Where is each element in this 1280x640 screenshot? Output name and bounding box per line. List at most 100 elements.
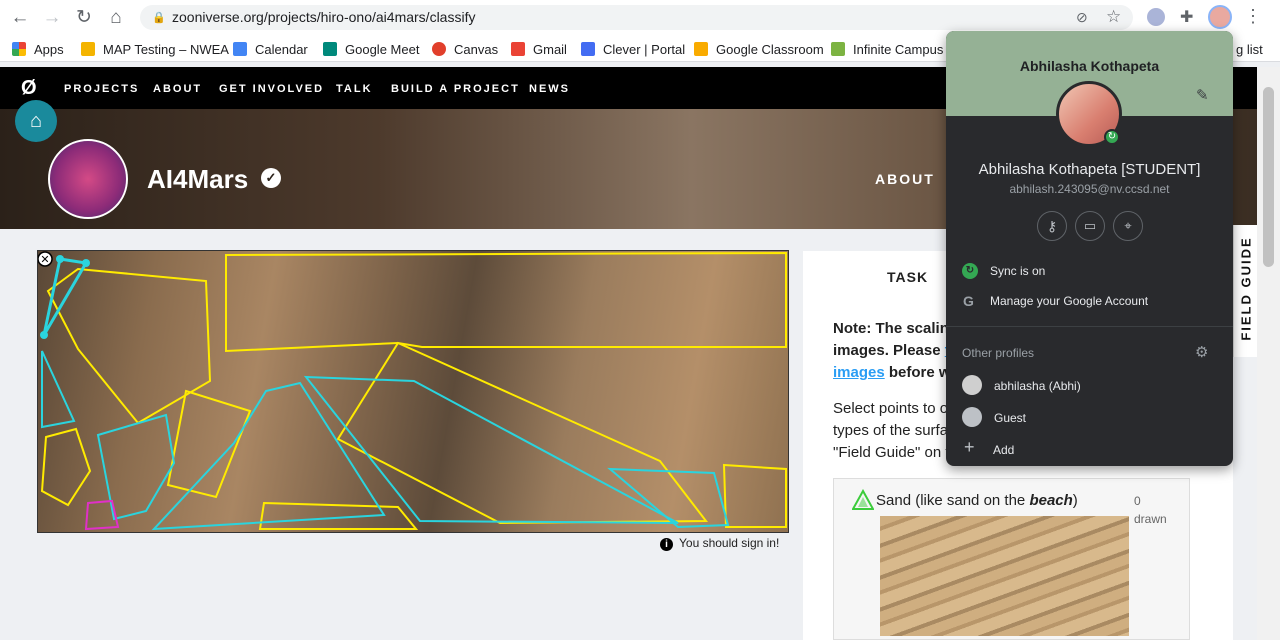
project-title[interactable]: AI4Mars	[147, 164, 248, 195]
profile-item-abhi[interactable]: abhilasha (Abhi)	[994, 379, 1081, 393]
settings-gear-icon[interactable]: ⚙	[1195, 343, 1208, 361]
bookmark-classroom[interactable]: Google Classroom	[694, 40, 824, 58]
vertex-handle[interactable]	[56, 255, 64, 263]
bookmark-apps[interactable]: Apps	[12, 40, 64, 58]
bookmark-label: g list	[1236, 41, 1263, 57]
vertex-handle[interactable]	[82, 259, 90, 267]
nav-talk[interactable]: TALK	[336, 83, 373, 95]
cyan-polygon[interactable]	[607, 467, 730, 529]
apps-grid-icon	[12, 42, 26, 56]
manage-account-link[interactable]: Manage your Google Account	[990, 294, 1148, 308]
lock-icon: 🔒	[152, 12, 166, 24]
add-plus-icon: +	[964, 437, 975, 457]
note-line-3: images before w	[833, 364, 951, 381]
yellow-polygon[interactable]	[722, 463, 787, 528]
sand-label-emphasis: beach	[1029, 492, 1073, 509]
subject-image[interactable]: ✕	[37, 250, 789, 533]
nav-get-involved[interactable]: GET INVOLVED	[219, 83, 324, 95]
sync-badge-icon: ↻	[1104, 129, 1120, 145]
bookmark-meet[interactable]: Google Meet	[323, 40, 419, 58]
home-icon[interactable]: ⌂	[104, 6, 128, 30]
extensions-icon[interactable]: ✚	[1180, 7, 1193, 27]
images-link[interactable]: images	[833, 364, 885, 381]
bookmark-label: Gmail	[533, 41, 567, 57]
bookmark-infinite-campus[interactable]: Infinite Campus	[831, 40, 943, 58]
project-avatar[interactable]	[48, 139, 128, 219]
sync-icon: ↻	[962, 263, 978, 279]
yellow-polygon[interactable]	[336, 341, 709, 525]
bookmark-clever[interactable]: Clever | Portal	[581, 40, 685, 58]
passwords-key-icon[interactable]: ⚷	[1037, 211, 1067, 241]
bookmark-label: Google Meet	[345, 41, 420, 57]
sand-drawn-label: drawn	[1134, 512, 1167, 526]
profile-name: Abhilasha Kothapeta	[1019, 58, 1160, 74]
profile-email: abhilash.243095@nv.ccsd.net	[1009, 182, 1170, 196]
yellow-polygon[interactable]	[40, 427, 92, 507]
nav-news[interactable]: NEWS	[529, 83, 570, 95]
edit-pencil-icon[interactable]: ✎	[1196, 86, 1209, 104]
sand-triangle-icon	[852, 489, 874, 510]
field-guide-tab[interactable]: FIELD GUIDE	[1233, 225, 1257, 357]
bookmark-canvas[interactable]: Canvas	[432, 40, 498, 58]
guest-icon	[962, 407, 982, 427]
instruction-line-1: Select points to o	[833, 400, 949, 417]
bookmark-label: Google Classroom	[716, 41, 824, 57]
nav-build-project[interactable]: BUILD A PROJECT	[391, 83, 520, 95]
yellow-polygon[interactable]	[258, 501, 419, 530]
sand-label[interactable]: Sand (like sand on the beach)	[876, 492, 1078, 509]
nav-about[interactable]: ABOUT	[153, 83, 202, 95]
nav-projects[interactable]: PROJECTS	[64, 83, 139, 95]
cyan-polygon[interactable]	[41, 350, 76, 429]
bookmark-label: Clever | Portal	[603, 41, 686, 57]
forward-icon[interactable]: →	[40, 6, 64, 30]
bookmark-star-icon[interactable]: ☆	[1106, 7, 1121, 27]
scrollbar-thumb[interactable]	[1263, 87, 1274, 267]
sign-in-notice: i You should sign in!	[660, 536, 779, 551]
menu-icon[interactable]: ⋮	[1244, 6, 1262, 27]
school-icon[interactable]: ⌂	[15, 100, 57, 142]
bookmark-label: Canvas	[454, 41, 499, 57]
tab-task[interactable]: TASK	[887, 269, 928, 285]
bookmark-calendar[interactable]: Calendar	[233, 40, 308, 58]
gmail-icon	[511, 42, 525, 56]
verified-check-icon: ✓	[261, 168, 281, 188]
bookmark-reading-list[interactable]: g list	[1236, 40, 1263, 58]
cyan-polygon[interactable]	[151, 381, 386, 531]
classroom-icon	[694, 42, 708, 56]
payment-card-icon[interactable]: ▭	[1075, 211, 1105, 241]
addresses-pin-icon[interactable]: ⌖	[1113, 211, 1143, 241]
profile-item-guest[interactable]: Guest	[994, 411, 1026, 425]
project-about-link[interactable]: ABOUT	[875, 171, 935, 187]
clever-icon	[581, 42, 595, 56]
annotation-overlay[interactable]: ✕	[38, 251, 789, 533]
add-profile-button[interactable]: Add	[993, 443, 1014, 457]
bookmark-map-testing[interactable]: MAP Testing – NWEA	[81, 40, 229, 58]
campus-icon	[831, 42, 845, 56]
bookmark-gmail[interactable]: Gmail	[511, 40, 567, 58]
sand-label-text: Sand (like sand on the	[876, 492, 1030, 509]
sync-status[interactable]: Sync is on	[990, 264, 1045, 278]
reload-icon[interactable]: ↻	[72, 6, 96, 30]
cyan-polygon[interactable]	[303, 375, 679, 524]
yellow-polygon[interactable]	[166, 389, 252, 499]
sign-in-text: You should sign in!	[679, 536, 780, 550]
profile-abhi-avatar	[962, 375, 982, 395]
note-text: before w	[884, 364, 951, 381]
zooniverse-logo-icon[interactable]: Ø	[21, 77, 37, 100]
back-icon[interactable]: ←	[8, 6, 32, 30]
bookmark-label: Calendar	[255, 41, 308, 57]
sand-example-image	[880, 516, 1129, 636]
yellow-polygon[interactable]	[46, 267, 212, 425]
tracking-icon[interactable]: ⊘	[1076, 9, 1088, 26]
extension-g-icon[interactable]	[1147, 8, 1165, 26]
yellow-polygon[interactable]	[225, 251, 787, 353]
close-x-glyph: ✕	[40, 253, 49, 266]
profile-avatar-icon[interactable]	[1208, 5, 1232, 29]
bookmark-label: Apps	[34, 41, 64, 57]
vertex-handle[interactable]	[40, 331, 48, 339]
cyan-polygon[interactable]	[96, 413, 176, 521]
scrollbar[interactable]	[1257, 67, 1280, 640]
profile-full-name: Abhilasha Kothapeta [STUDENT]	[978, 161, 1201, 178]
other-profiles-label: Other profiles	[962, 346, 1035, 360]
url-text[interactable]: zooniverse.org/projects/hiro-ono/ai4mars…	[172, 9, 475, 25]
